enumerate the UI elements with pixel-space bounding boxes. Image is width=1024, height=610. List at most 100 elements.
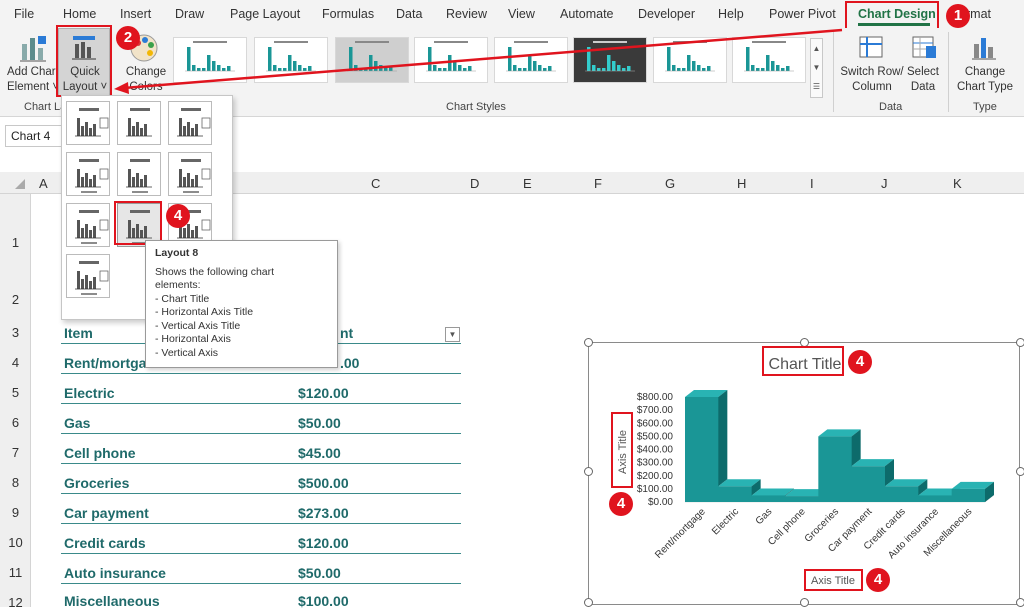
chart-svg: Chart Title$0.00$100.00$200.00$300.00$40… — [617, 356, 995, 587]
y-tick-label: $0.00 — [648, 497, 673, 508]
layout-thumb-graphic — [126, 159, 152, 193]
cell-item[interactable]: Credit cards — [64, 535, 146, 551]
quick-layout-option-2[interactable] — [117, 101, 161, 145]
chart-area[interactable]: Chart Title $0.00 $100.00 $200.00 $300.00 $40… — [588, 342, 1020, 605]
resize-handle[interactable] — [584, 598, 593, 607]
tooltip-list-item: - Vertical Axis — [155, 346, 219, 359]
col-header-i[interactable]: I — [810, 176, 814, 191]
quick-layout-option-4[interactable] — [66, 152, 110, 196]
cell-item[interactable]: Electric — [64, 385, 115, 401]
tooltip-list-item: - Chart Title — [155, 292, 210, 305]
highlight-chart-title — [762, 346, 844, 376]
col-header-g[interactable]: G — [665, 176, 675, 191]
tooltip-line: elements: — [155, 279, 201, 291]
layout-thumb-graphic — [126, 108, 152, 137]
col-header-a[interactable]: A — [39, 176, 48, 191]
cell-item[interactable]: Cell phone — [64, 445, 136, 461]
row-border — [61, 403, 461, 404]
row-header[interactable]: 5 — [0, 385, 31, 400]
row-header[interactable]: 12 — [0, 595, 31, 610]
x-tick-label: Gas — [754, 506, 775, 527]
badge-horizontal-axis-title: 4 — [866, 568, 890, 592]
table-header-item[interactable]: Item — [64, 325, 93, 341]
resize-handle[interactable] — [1016, 598, 1024, 607]
filter-dropdown-icon[interactable]: ▼ — [445, 327, 460, 342]
cell-item[interactable]: Gas — [64, 415, 90, 431]
x-tick-label: Electric — [710, 506, 741, 537]
highlight-vertical-axis-title — [611, 412, 633, 488]
highlight-horizontal-axis-title — [804, 569, 863, 591]
col-header-k[interactable]: K — [953, 176, 962, 191]
row-header[interactable]: 4 — [0, 355, 31, 370]
tooltip-title: Layout 8 — [155, 247, 199, 259]
row-header[interactable]: 3 — [0, 325, 31, 340]
row-header[interactable]: 10 — [0, 535, 31, 550]
row-border — [61, 523, 461, 524]
resize-handle[interactable] — [584, 338, 593, 347]
layout-thumb-graphic — [75, 159, 109, 193]
row-headers: 1 2 3 4 5 6 7 8 9 10 11 12 — [0, 194, 31, 610]
cell-item[interactable]: Rent/mortga — [64, 355, 146, 371]
y-tick-label: $400.00 — [637, 445, 674, 456]
y-tick-label: $800.00 — [637, 392, 674, 403]
quick-layout-option-3[interactable] — [168, 101, 212, 145]
row-header[interactable]: 11 — [0, 565, 31, 580]
resize-handle[interactable] — [1016, 467, 1024, 476]
tooltip-line: Shows the following chart — [155, 265, 275, 278]
name-box[interactable]: Chart 4 — [5, 125, 65, 147]
col-header-c[interactable]: C — [371, 176, 380, 191]
col-header-h[interactable]: H — [737, 176, 746, 191]
y-tick-label: $100.00 — [637, 484, 674, 495]
resize-handle[interactable] — [800, 598, 809, 607]
select-all-icon[interactable] — [14, 178, 26, 190]
cell-amount[interactable]: $500.00 — [298, 475, 349, 491]
row-header[interactable]: 1 — [0, 235, 31, 250]
table-header-amount[interactable]: nt — [340, 325, 353, 341]
layout-thumb-graphic — [75, 108, 109, 137]
tooltip-list-item: - Vertical Axis Title — [155, 319, 241, 332]
col-header-d[interactable]: D — [470, 176, 479, 191]
cell-amount[interactable]: $120.00 — [298, 535, 349, 551]
quick-layout-option-7[interactable] — [66, 203, 110, 247]
col-header-f[interactable]: F — [594, 176, 602, 191]
highlight-layout-8 — [114, 201, 162, 245]
cell-amount[interactable]: $120.00 — [298, 385, 349, 401]
resize-handle[interactable] — [1016, 338, 1024, 347]
cell-amount[interactable]: $273.00 — [298, 505, 349, 521]
x-tick-label: Rent/mortgage — [653, 506, 708, 561]
row-header[interactable]: 2 — [0, 292, 31, 307]
row-border — [61, 373, 461, 374]
y-tick-label: $300.00 — [637, 458, 674, 469]
y-tick-label: $600.00 — [637, 418, 674, 429]
badge-layout-8: 4 — [166, 204, 190, 228]
layout-thumb-graphic — [75, 261, 109, 295]
col-header-j[interactable]: J — [881, 176, 888, 191]
row-header[interactable]: 8 — [0, 475, 31, 490]
cell-item[interactable]: Car payment — [64, 505, 149, 521]
badge-chart-title: 4 — [848, 350, 872, 374]
cell-amount[interactable]: $50.00 — [298, 565, 341, 581]
layout-thumb-graphic — [177, 159, 211, 193]
quick-layout-option-1[interactable] — [66, 101, 110, 145]
row-border — [61, 493, 461, 494]
resize-handle[interactable] — [584, 467, 593, 476]
quick-layout-option-10[interactable] — [66, 254, 110, 298]
cell-item[interactable]: Groceries — [64, 475, 129, 491]
quick-layout-option-5[interactable] — [117, 152, 161, 196]
y-tick-label: $200.00 — [637, 471, 674, 482]
row-border — [61, 553, 461, 554]
row-header[interactable]: 9 — [0, 505, 31, 520]
cell-amount[interactable]: $50.00 — [298, 415, 341, 431]
y-tick-label: $500.00 — [637, 431, 674, 442]
quick-layout-option-6[interactable] — [168, 152, 212, 196]
col-header-e[interactable]: E — [523, 176, 532, 191]
row-header[interactable]: 6 — [0, 415, 31, 430]
row-header[interactable]: 7 — [0, 445, 31, 460]
row-border — [61, 433, 461, 434]
row-border — [61, 583, 461, 584]
cell-item[interactable]: Auto insurance — [64, 565, 166, 581]
cell-amount[interactable]: .00 — [340, 355, 359, 371]
cell-amount[interactable]: $45.00 — [298, 445, 341, 461]
bar[interactable] — [951, 481, 994, 502]
layout-thumb-graphic — [177, 108, 211, 137]
